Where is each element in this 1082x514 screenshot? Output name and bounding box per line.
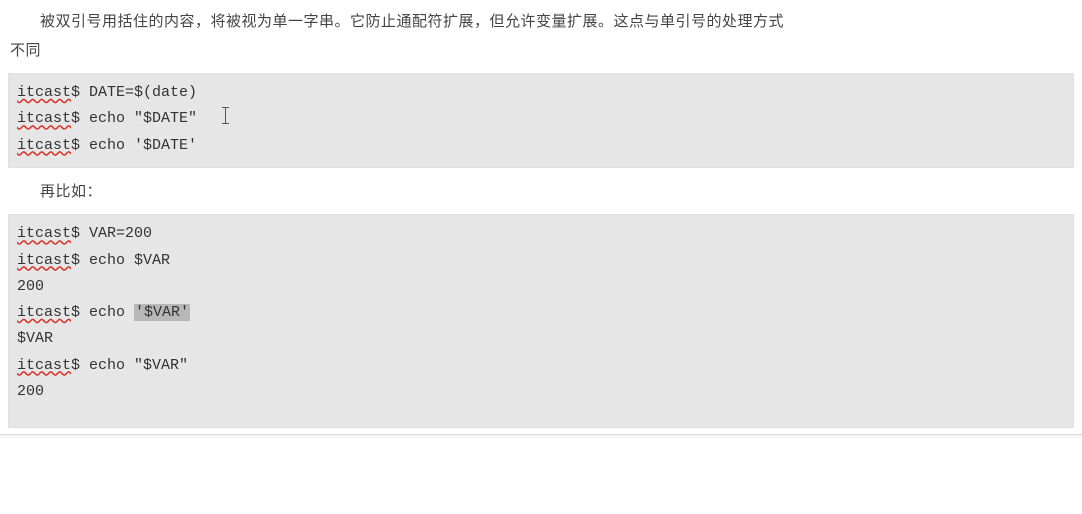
code2-cmd6: $ echo "$VAR" xyxy=(71,357,188,374)
prompt: itcast xyxy=(17,221,71,247)
code2-cmd4a: $ echo xyxy=(71,304,134,321)
code2-line5-output: $VAR xyxy=(17,326,1065,352)
code1-cmd1: $ DATE=$(date) xyxy=(71,84,197,101)
code1-line1: itcast$ DATE=$(date) xyxy=(17,80,1065,106)
paragraph-1-line2: 不同 xyxy=(10,42,41,59)
output: $VAR xyxy=(17,330,53,347)
output: 200 xyxy=(17,383,44,400)
prompt: itcast xyxy=(17,353,71,379)
prompt: itcast xyxy=(17,133,71,159)
code2-line1: itcast$ VAR=200 xyxy=(17,221,1065,247)
code2-cmd1: $ VAR=200 xyxy=(71,225,152,242)
code1-cmd3: $ echo '$DATE' xyxy=(71,137,197,154)
page-bottom-border xyxy=(0,434,1082,438)
code-block-2: itcast$ VAR=200 itcast$ echo $VAR 200 it… xyxy=(8,214,1074,428)
code-block-1: itcast$ DATE=$(date) itcast$ echo "$DATE… xyxy=(8,73,1074,168)
code2-line2: itcast$ echo $VAR xyxy=(17,248,1065,274)
code1-line3: itcast$ echo '$DATE' xyxy=(17,133,1065,159)
output: 200 xyxy=(17,278,44,295)
code2-cmd2: $ echo $VAR xyxy=(71,252,170,269)
code2-line3-output: 200 xyxy=(17,274,1065,300)
prompt: itcast xyxy=(17,80,71,106)
paragraph-1-line1: 被双引号用括住的内容，将被视为单一字串。它防止通配符扩展，但允许变量扩展。这点与… xyxy=(10,8,784,37)
code2-line7-output: 200 xyxy=(17,379,1065,405)
code2-line6: itcast$ echo "$VAR" xyxy=(17,353,1065,379)
code2-line4: itcast$ echo '$VAR' xyxy=(17,300,1065,326)
highlighted-text: '$VAR' xyxy=(134,304,190,321)
prompt: itcast xyxy=(17,300,71,326)
prompt: itcast xyxy=(17,106,71,132)
paragraph-2-text: 再比如： xyxy=(40,183,102,200)
prompt: itcast xyxy=(17,248,71,274)
paragraph-1: 被双引号用括住的内容，将被视为单一字串。它防止通配符扩展，但允许变量扩展。这点与… xyxy=(0,6,1082,73)
code1-cmd2: $ echo "$DATE" xyxy=(71,110,197,127)
paragraph-2: 再比如： xyxy=(0,174,1082,215)
code1-line2: itcast$ echo "$DATE" xyxy=(17,106,1065,132)
text-cursor-icon xyxy=(215,106,216,122)
